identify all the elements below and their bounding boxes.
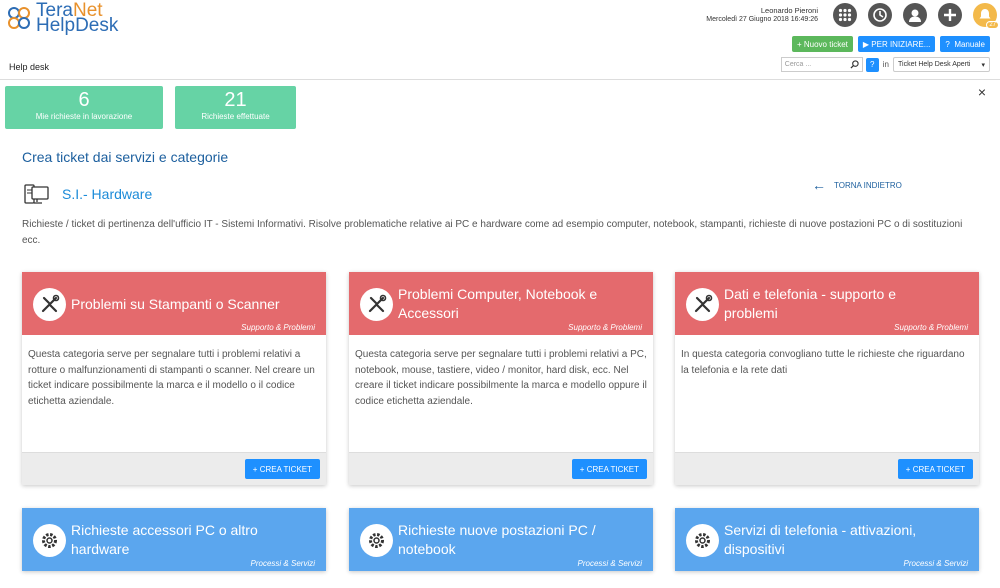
search-bar: Cerca ... ? in Ticket Help Desk Aperti ▾ xyxy=(780,57,990,72)
breadcrumb[interactable]: Help desk xyxy=(9,62,49,72)
app-header: TeraNet HelpDesk Leonardo Pieroni Mercol… xyxy=(0,0,1000,80)
logo-icon xyxy=(8,7,30,29)
add-icon[interactable] xyxy=(938,3,962,27)
user-info: Leonardo Pieroni Mercoledì 27 Giugno 201… xyxy=(706,6,818,24)
card-computer-notebook: Problemi Computer, Notebook e Accessori … xyxy=(349,272,653,485)
card-body: Questa categoria serve per segnalare tut… xyxy=(355,349,647,407)
card-title: Problemi su Stampanti o Scanner xyxy=(71,296,280,312)
gear-icon xyxy=(33,524,66,557)
top-icon-bar: 27 xyxy=(822,3,1000,29)
card-body: In questa categoria convogliano tutte le… xyxy=(681,349,965,376)
search-icon xyxy=(850,60,859,69)
user-profile-icon[interactable] xyxy=(903,3,927,27)
hardware-icon xyxy=(24,184,49,204)
search-in-label: in xyxy=(882,60,889,69)
search-scope-select[interactable]: Ticket Help Desk Aperti ▾ xyxy=(893,57,990,72)
stat-my-requests[interactable]: 6 Mie richieste in lavorazione xyxy=(5,86,163,129)
create-ticket-button[interactable]: + CREA TICKET xyxy=(244,459,320,479)
card-subtitle: Supporto & Problemi xyxy=(894,323,968,332)
notifications-icon[interactable]: 27 xyxy=(973,3,999,29)
start-button[interactable]: ▶ PER INIZIARE... xyxy=(857,36,936,52)
card-accessori-pc: Richieste accessori PC o altro hardware … xyxy=(22,508,326,571)
card-body: Questa categoria serve per segnalare tut… xyxy=(28,349,315,407)
stat-requests-made[interactable]: 21 Richieste effettuate xyxy=(175,86,296,129)
teranet-logo[interactable]: TeraNet HelpDesk xyxy=(5,1,118,35)
card-servizi-telefonia: Servizi di telefonia - attivazioni, disp… xyxy=(675,508,979,571)
gear-icon xyxy=(360,524,393,557)
card-title: Richieste accessori PC o altro hardware xyxy=(71,522,258,557)
search-input[interactable]: Cerca ... xyxy=(780,57,863,72)
back-link[interactable]: ← TORNA INDIETRO xyxy=(812,177,902,193)
card-title: Richieste nuove postazioni PC / notebook xyxy=(398,522,596,557)
card-stampanti-scanner: Problemi su Stampanti o Scanner Supporto… xyxy=(22,272,326,485)
card-subtitle: Processi & Servizi xyxy=(903,559,968,568)
card-subtitle: Processi & Servizi xyxy=(577,559,642,568)
card-title: Dati e telefonia - supporto e problemi xyxy=(724,286,896,321)
card-title: Problemi Computer, Notebook e Accessori xyxy=(398,286,598,321)
card-nuove-postazioni: Richieste nuove postazioni PC / notebook… xyxy=(349,508,653,571)
card-dati-telefonia: Dati e telefonia - supporto e problemi S… xyxy=(675,272,979,485)
caret-down-icon: ▾ xyxy=(981,61,985,69)
plus-icon: + xyxy=(579,464,587,474)
arrow-left-icon: ← xyxy=(812,177,826,193)
user-name: Leonardo Pieroni xyxy=(760,6,818,15)
current-datetime: Mercoledì 27 Giugno 2018 16:49:26 xyxy=(706,16,818,23)
category-header: S.I.- Hardware xyxy=(24,182,152,206)
play-icon: ▶ xyxy=(862,39,872,49)
manual-button[interactable]: ? Manuale xyxy=(940,36,990,52)
action-buttons: + Nuovo ticket ▶ PER INIZIARE... ? Manua… xyxy=(787,36,990,52)
card-subtitle: Supporto & Problemi xyxy=(241,323,315,332)
notification-count-badge: 27 xyxy=(986,21,999,29)
create-ticket-button[interactable]: + CREA TICKET xyxy=(571,459,647,479)
category-description: Richieste / ticket di pertinenza dell'uf… xyxy=(22,219,963,246)
plus-icon: + xyxy=(905,464,913,474)
wrench-screwdriver-icon xyxy=(360,288,393,321)
gear-icon xyxy=(686,524,719,557)
plus-icon: + xyxy=(252,464,260,474)
new-ticket-button[interactable]: + Nuovo ticket xyxy=(791,36,853,52)
card-subtitle: Supporto & Problemi xyxy=(568,323,642,332)
category-name: S.I.- Hardware xyxy=(62,186,153,202)
search-help-button[interactable]: ? xyxy=(865,57,879,72)
card-subtitle: Processi & Servizi xyxy=(250,559,315,568)
help-icon: ? xyxy=(945,39,955,49)
card-title: Servizi di telefonia - attivazioni, disp… xyxy=(724,522,917,557)
apps-grid-icon[interactable] xyxy=(833,3,857,27)
create-ticket-button[interactable]: + CREA TICKET xyxy=(897,459,973,479)
wrench-screwdriver-icon xyxy=(33,288,66,321)
history-icon[interactable] xyxy=(868,3,892,27)
close-icon[interactable]: × xyxy=(978,84,986,100)
section-title: Crea ticket dai servizi e categorie xyxy=(22,149,229,165)
wrench-screwdriver-icon xyxy=(686,288,719,321)
plus-icon: + xyxy=(796,39,804,49)
